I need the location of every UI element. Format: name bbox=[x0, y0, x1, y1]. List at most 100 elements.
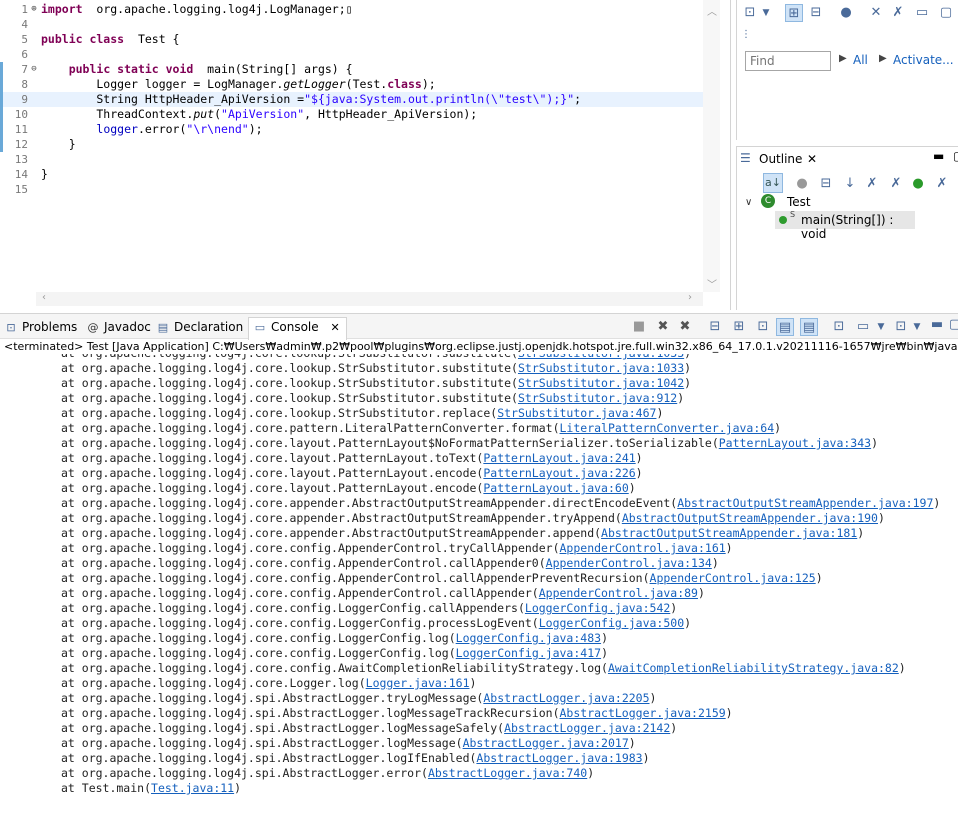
hide-local-types-icon[interactable]: ✗ bbox=[933, 175, 951, 193]
word-wrap-icon[interactable]: ⊡ bbox=[754, 318, 772, 336]
tab-javadoc[interactable]: @ Javadoc bbox=[86, 318, 151, 338]
hide-static-icon[interactable]: ✗ bbox=[863, 175, 881, 193]
scroll-right-icon[interactable]: › bbox=[688, 292, 692, 303]
stack-frame-link[interactable]: AppenderControl.java:125 bbox=[650, 571, 816, 585]
stack-frame-link[interactable]: AppenderControl.java:134 bbox=[546, 556, 712, 570]
stack-frame-link[interactable]: AbstractLogger.java:2017 bbox=[463, 736, 629, 750]
stack-frame-link[interactable]: AbstractLogger.java:2205 bbox=[483, 691, 649, 705]
public-member-icon[interactable]: ● bbox=[909, 175, 927, 193]
find-input[interactable] bbox=[745, 51, 831, 71]
collapse-icon[interactable]: ✕ bbox=[867, 4, 885, 22]
stack-frame-link[interactable]: AbstractOutputStreamAppender.java:181 bbox=[601, 526, 857, 540]
chevron-down-icon[interactable]: ∨ bbox=[745, 197, 752, 208]
fold-toggle-icon[interactable]: ⊕ bbox=[29, 2, 39, 17]
stack-frame-link[interactable]: AwaitCompletionReliabilityStrategy.java:… bbox=[608, 661, 899, 675]
tab-declaration[interactable]: ▤ Declaration bbox=[156, 318, 243, 338]
editor-horizontal-scrollbar[interactable]: ‹ › bbox=[36, 292, 703, 306]
stack-frame-link[interactable]: AbstractLogger.java:2159 bbox=[560, 706, 726, 720]
code-line[interactable]: 8 Logger logger = LogManager.getLogger(T… bbox=[0, 77, 710, 92]
console-output[interactable]: at org.apache.logging.log4j.core.lookup.… bbox=[0, 354, 958, 821]
stack-frame-link[interactable]: LiteralPatternConverter.java:64 bbox=[560, 421, 775, 435]
tab-outline[interactable]: ☰ Outline ✕ bbox=[737, 147, 823, 171]
stack-frame-link[interactable]: Logger.java:161 bbox=[366, 676, 470, 690]
terminate-icon[interactable]: ■ bbox=[630, 318, 648, 336]
stack-frame-link[interactable]: PatternLayout.java:343 bbox=[719, 436, 871, 450]
code-line[interactable]: 4 bbox=[0, 17, 710, 32]
scroll-lock-icon[interactable]: ⊞ bbox=[730, 318, 748, 336]
code-line[interactable]: 6 bbox=[0, 47, 710, 62]
maximize-icon[interactable]: ▢ bbox=[946, 316, 958, 334]
scroll-down-icon[interactable]: ﹀ bbox=[707, 276, 717, 291]
minimize-icon[interactable]: ▭ bbox=[913, 4, 931, 22]
stack-frame-link[interactable]: LoggerConfig.java:500 bbox=[539, 616, 684, 630]
outline-class-name[interactable]: Test bbox=[787, 195, 811, 209]
code-line[interactable]: 15 bbox=[0, 182, 710, 197]
maximize-icon[interactable]: ▢ bbox=[937, 4, 955, 22]
stack-frame-link[interactable]: Test.java:11 bbox=[151, 781, 234, 795]
stack-frame-link[interactable]: StrSubstitutor.java:1033 bbox=[518, 361, 684, 375]
remove-all-icon[interactable]: ✖ bbox=[676, 318, 694, 336]
stack-frame-link[interactable]: PatternLayout.java:241 bbox=[483, 451, 635, 465]
show-stderr-icon[interactable]: ▤ bbox=[800, 318, 818, 336]
remove-launch-icon[interactable]: ✖ bbox=[654, 318, 672, 336]
stack-frame-link[interactable]: PatternLayout.java:226 bbox=[483, 466, 635, 480]
dropdown-arrow-icon[interactable]: ▼ bbox=[872, 318, 890, 336]
stack-frame-link[interactable]: AbstractOutputStreamAppender.java:197 bbox=[677, 496, 933, 510]
fold-toggle-icon[interactable]: ⊖ bbox=[29, 62, 39, 77]
focus-icon[interactable]: ● bbox=[837, 4, 855, 22]
find-all-link[interactable]: All bbox=[853, 53, 868, 67]
code-editor[interactable]: 1 ⊕ import org.apache.logging.log4j.LogMan… bbox=[0, 0, 731, 310]
code-line[interactable]: 7 ⊖ public static void main(String[] args… bbox=[0, 62, 710, 77]
categorized-icon[interactable]: ⊞ bbox=[785, 4, 803, 22]
scroll-left-icon[interactable]: ‹ bbox=[42, 292, 46, 303]
stack-frame-link[interactable]: AppenderControl.java:161 bbox=[560, 541, 726, 555]
stack-frame-link[interactable]: AbstractOutputStreamAppender.java:190 bbox=[622, 511, 878, 525]
sort-alpha-icon[interactable]: ↓ bbox=[841, 175, 859, 193]
close-icon[interactable]: ✕ bbox=[807, 152, 817, 166]
code-line[interactable]: 10 ThreadContext.put("ApiVersion", HttpH… bbox=[0, 107, 710, 122]
activate-link[interactable]: Activate... bbox=[893, 53, 954, 67]
dropdown-arrow-icon[interactable]: ▼ bbox=[908, 318, 926, 336]
dropdown-arrow-icon[interactable]: ▼ bbox=[757, 4, 775, 22]
view-menu-icon[interactable]: ⋮ bbox=[737, 26, 755, 44]
hide-fields-icon[interactable]: ● bbox=[793, 175, 811, 193]
code-line[interactable]: 9 String HttpHeader_ApiVersion ="${java:… bbox=[0, 92, 710, 107]
stack-frame-link[interactable]: PatternLayout.java:60 bbox=[483, 481, 628, 495]
hide-nonpublic-icon[interactable]: ✗ bbox=[887, 175, 905, 193]
scheduled-icon[interactable]: ⊟ bbox=[807, 4, 825, 22]
code-line[interactable]: 1 ⊕ import org.apache.logging.log4j.LogMan… bbox=[0, 2, 710, 17]
clear-console-icon[interactable]: ⊟ bbox=[706, 318, 724, 336]
tab-problems[interactable]: ⊡ Problems bbox=[4, 318, 77, 338]
minimize-icon[interactable]: ▬ bbox=[933, 149, 944, 163]
stack-frame-link[interactable]: StrSubstitutor.java:912 bbox=[518, 391, 677, 405]
stack-frame-link[interactable]: AbstractLogger.java:2142 bbox=[504, 721, 670, 735]
stack-frame-link[interactable]: AbstractLogger.java:1983 bbox=[476, 751, 642, 765]
outline-method-row[interactable]: S main(String[]) : void bbox=[775, 210, 915, 241]
minimize-icon[interactable]: ▬ bbox=[928, 316, 946, 334]
stack-frame-link[interactable]: StrSubstitutor.java:1033 bbox=[518, 354, 684, 360]
hide-completed-icon[interactable]: ✗ bbox=[889, 4, 907, 22]
collapse-all-icon[interactable]: ⊟ bbox=[817, 175, 835, 193]
code-lines[interactable]: 1 ⊕ import org.apache.logging.log4j.LogMan… bbox=[0, 2, 710, 197]
stack-frame-link[interactable]: LoggerConfig.java:417 bbox=[456, 646, 601, 660]
stack-frame-link[interactable]: AppenderControl.java:89 bbox=[539, 586, 698, 600]
stack-frame-link[interactable]: StrSubstitutor.java:1042 bbox=[518, 376, 684, 390]
code-line[interactable]: 12 } bbox=[0, 137, 710, 152]
stack-frame-link[interactable]: LoggerConfig.java:483 bbox=[456, 631, 601, 645]
maximize-icon[interactable]: ▢ bbox=[953, 149, 958, 163]
scroll-up-icon[interactable]: ︿ bbox=[707, 3, 717, 18]
display-console-icon[interactable]: ▭ bbox=[854, 318, 872, 336]
code-line[interactable]: 13 bbox=[0, 152, 710, 167]
tab-console[interactable]: ▭ Console ✕ bbox=[248, 317, 347, 340]
close-icon[interactable]: ✕ bbox=[330, 321, 339, 334]
stack-frame-link[interactable]: StrSubstitutor.java:467 bbox=[497, 406, 656, 420]
code-line[interactable]: 14} bbox=[0, 167, 710, 182]
code-line[interactable]: 11 logger.error("\r\nend"); bbox=[0, 122, 710, 137]
code-line[interactable]: 5 public class Test { bbox=[0, 32, 710, 47]
editor-vertical-scrollbar[interactable]: ︿ ﹀ bbox=[703, 0, 720, 292]
stack-frame-link[interactable]: LoggerConfig.java:542 bbox=[525, 601, 670, 615]
sort-icon[interactable]: a↓ bbox=[763, 173, 783, 193]
stack-frame-link[interactable]: AbstractLogger.java:740 bbox=[428, 766, 587, 780]
show-stdout-icon[interactable]: ▤ bbox=[776, 318, 794, 336]
pin-console-icon[interactable]: ⊡ bbox=[830, 318, 848, 336]
